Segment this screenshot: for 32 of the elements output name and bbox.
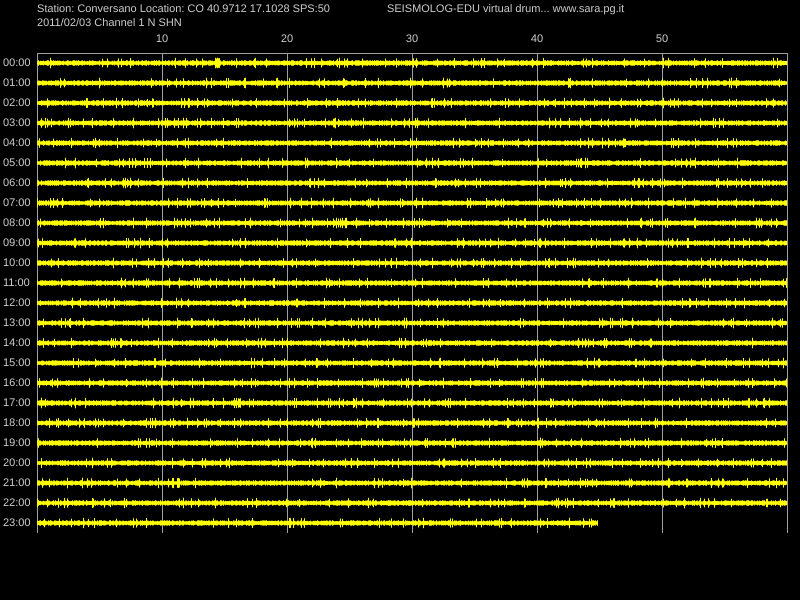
hour-label: 10:00: [2, 256, 32, 271]
hour-label: 13:00: [2, 316, 32, 331]
date-channel-info: 2011/02/03 Channel 1 N SHN: [37, 16, 182, 30]
hour-label: 22:00: [2, 496, 32, 511]
hour-label: 12:00: [2, 296, 32, 311]
station-info: Station: Conversano Location: CO 40.9712 17.1028 SPS:50: [37, 2, 331, 16]
minute-label: 50: [656, 32, 668, 46]
minute-label: 10: [156, 32, 168, 46]
app-title: SEISMOLOG-EDU virtual drum... www.sara.pg.it: [387, 2, 624, 16]
hour-label: 06:00: [2, 176, 32, 191]
hour-label: 11:00: [2, 276, 31, 291]
hour-label: 07:00: [2, 196, 32, 211]
minute-label: 30: [406, 32, 418, 46]
hour-label: 18:00: [2, 416, 32, 431]
hour-label: 04:00: [2, 136, 32, 151]
hour-label: 01:00: [2, 76, 32, 91]
hour-label: 00:00: [2, 56, 32, 71]
minute-label: 40: [530, 32, 544, 46]
hour-label: 20:00: [2, 456, 32, 471]
hour-label: 17:00: [2, 396, 32, 411]
hour-label: 03:00: [2, 116, 32, 131]
hour-label: 21:00: [2, 476, 32, 491]
hour-label: 19:00: [2, 436, 32, 451]
minute-label: 20: [280, 32, 294, 46]
hour-label: 16:00: [2, 376, 32, 391]
hour-label: 14:00: [2, 336, 32, 351]
hour-label: 15:00: [2, 356, 32, 371]
hour-label: 08:00: [2, 216, 32, 231]
hour-label: 09:00: [2, 236, 32, 251]
hour-label: 02:00: [2, 96, 32, 111]
hour-label: 05:00: [2, 156, 32, 171]
hour-label: 23:00: [2, 516, 32, 531]
